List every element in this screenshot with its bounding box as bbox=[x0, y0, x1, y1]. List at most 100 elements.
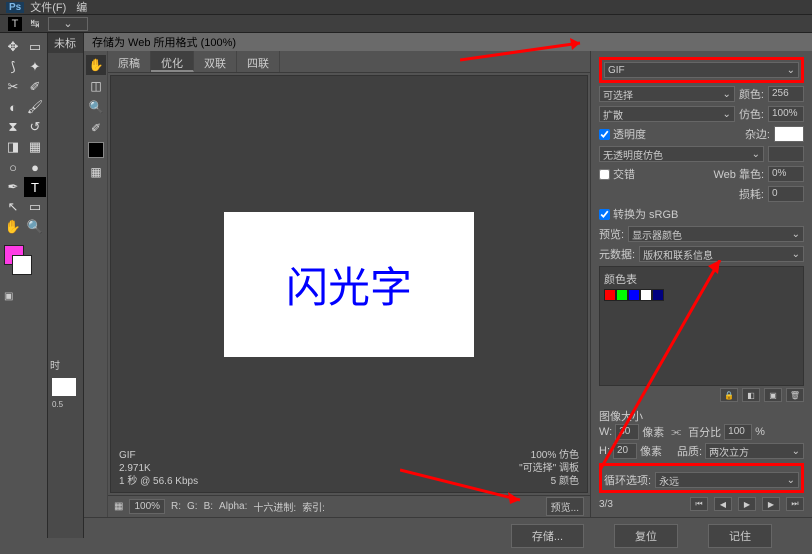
matte-swatch[interactable] bbox=[774, 126, 804, 142]
gradient-tool[interactable]: ▦ bbox=[24, 137, 46, 157]
tab-original[interactable]: 原稿 bbox=[108, 51, 151, 72]
colors-input[interactable]: 256 bbox=[768, 86, 804, 102]
dialog-buttons: 存储... 复位 记住 bbox=[84, 517, 812, 554]
zoom-select[interactable]: 100% bbox=[129, 499, 165, 514]
preview-browser[interactable]: 预览... bbox=[546, 497, 584, 516]
prev-frame-icon[interactable]: ◀ bbox=[714, 497, 732, 511]
save-button[interactable]: 存储... bbox=[511, 524, 584, 548]
trans-dither-select[interactable]: 无透明度仿色 bbox=[599, 146, 764, 162]
eyedropper-tool[interactable]: ✐ bbox=[24, 77, 46, 97]
settings-panel: GIF 可选择 颜色: 256 扩散 仿色: 100% 透明度 杂边: bbox=[590, 51, 812, 517]
menu-file[interactable]: 文件(F) bbox=[30, 0, 66, 15]
slice-icon[interactable]: ◫ bbox=[86, 76, 106, 96]
ct-new-icon[interactable]: ▣ bbox=[764, 388, 782, 402]
eyedropper-icon[interactable]: ✐ bbox=[86, 118, 106, 138]
link-icon[interactable]: ⫘ bbox=[671, 426, 681, 439]
metadata-select[interactable]: 版权和联系信息 bbox=[639, 246, 804, 262]
text-tool[interactable]: T bbox=[24, 177, 46, 197]
loop-select[interactable]: 永远 bbox=[655, 472, 799, 488]
eraser-tool[interactable]: ◨ bbox=[2, 137, 24, 157]
move-tool[interactable]: ✥ bbox=[2, 37, 24, 57]
srgb-check[interactable]: 转换为 sRGB bbox=[599, 206, 678, 222]
quality-select[interactable]: 两次立方 bbox=[705, 443, 804, 459]
percent-input[interactable]: 100 bbox=[724, 424, 752, 440]
ps-logo: Ps bbox=[6, 2, 24, 13]
tab-2up[interactable]: 双联 bbox=[194, 51, 237, 72]
interlace-check[interactable]: 交错 bbox=[599, 166, 635, 182]
mode-icon[interactable]: ▦ bbox=[114, 501, 123, 512]
hand-icon[interactable]: ✋ bbox=[86, 55, 106, 75]
hex-label: 十六进制: bbox=[253, 499, 296, 514]
zoom-tool[interactable]: 🔍 bbox=[24, 217, 46, 237]
ct-swatch[interactable] bbox=[616, 289, 628, 301]
play-icon[interactable]: ▶ bbox=[738, 497, 756, 511]
zoom-icon[interactable]: 🔍 bbox=[86, 97, 106, 117]
trans-dither-val[interactable] bbox=[768, 146, 804, 162]
wand-tool[interactable]: ✦ bbox=[24, 57, 46, 77]
stamp-tool[interactable]: ⧗ bbox=[2, 117, 24, 137]
frame-delay: 0.5 bbox=[48, 400, 83, 409]
timeline-label: 时 bbox=[48, 355, 83, 374]
dither-input[interactable]: 100% bbox=[768, 106, 804, 122]
ct-swatch[interactable] bbox=[628, 289, 640, 301]
tool-indicator-T: T bbox=[8, 17, 22, 31]
font-dropdown-icon[interactable]: ⌄ bbox=[48, 17, 88, 31]
ct-swatch[interactable] bbox=[604, 289, 616, 301]
background-swatch[interactable] bbox=[12, 255, 32, 275]
alpha-label: Alpha: bbox=[219, 501, 247, 512]
blur-tool[interactable]: ○ bbox=[2, 157, 24, 177]
colors-label: 颜色: bbox=[739, 86, 764, 102]
dither-label: 仿色: bbox=[739, 106, 764, 122]
width-input[interactable]: 30 bbox=[615, 424, 639, 440]
lossy-input[interactable]: 0 bbox=[768, 186, 804, 202]
lasso-tool[interactable]: ⟆ bbox=[2, 57, 24, 77]
websnap-label: Web 靠色: bbox=[713, 166, 764, 182]
heal-tool[interactable]: ◐ bbox=[2, 97, 24, 117]
canvas-info-right: 100% 仿色 "可选择" 调板 5 颜色 bbox=[519, 449, 579, 488]
h-label: H: bbox=[599, 445, 610, 457]
slice-visibility-icon[interactable]: ▦ bbox=[86, 162, 106, 182]
hand-tool[interactable]: ✋ bbox=[2, 217, 24, 237]
websnap-input[interactable]: 0% bbox=[768, 166, 804, 182]
color-table-label: 颜色表 bbox=[604, 271, 799, 287]
quickmask-icon[interactable]: ▣ bbox=[2, 289, 45, 304]
ct-map-icon[interactable]: ◧ bbox=[742, 388, 760, 402]
ct-swatch[interactable] bbox=[652, 289, 664, 301]
tab-optimized[interactable]: 优化 bbox=[151, 51, 194, 72]
crop-tool[interactable]: ✂ bbox=[2, 77, 24, 97]
shape-tool[interactable]: ▭ bbox=[24, 197, 46, 217]
path-tool[interactable]: ↖ bbox=[2, 197, 24, 217]
g-label: G: bbox=[187, 501, 198, 512]
swap-orientation-icon[interactable]: ↹ bbox=[28, 17, 42, 31]
tab-4up[interactable]: 四联 bbox=[237, 51, 280, 72]
frame-thumb[interactable] bbox=[52, 378, 76, 396]
preview-canvas-wrap: 闪光字 GIF 2.971K 1 秒 @ 56.6 Kbps 100% 仿色 "… bbox=[110, 75, 588, 493]
brush-tool[interactable]: 🖌 bbox=[24, 97, 46, 117]
next-frame-icon[interactable]: ▶ bbox=[762, 497, 780, 511]
sample-swatch bbox=[88, 142, 104, 158]
dither-select[interactable]: 扩散 bbox=[599, 106, 735, 122]
ct-trash-icon[interactable]: 🗑 bbox=[786, 388, 804, 402]
doc-tab[interactable]: 未标 bbox=[48, 33, 83, 53]
preview-select[interactable]: 显示器颜色 bbox=[628, 226, 804, 242]
reset-button[interactable]: 复位 bbox=[614, 524, 678, 548]
ct-lock-icon[interactable]: 🔒 bbox=[720, 388, 738, 402]
history-brush-tool[interactable]: ↺ bbox=[24, 117, 46, 137]
pen-tool[interactable]: ✒ bbox=[2, 177, 24, 197]
b-label: B: bbox=[204, 501, 213, 512]
remember-button[interactable]: 记住 bbox=[708, 524, 772, 548]
preview-canvas: 闪光字 bbox=[224, 212, 474, 357]
index-label: 索引: bbox=[302, 499, 325, 514]
px2-label: 像素 bbox=[640, 443, 662, 459]
format-select[interactable]: GIF bbox=[604, 62, 799, 78]
menu-edit[interactable]: 编 bbox=[76, 0, 87, 15]
color-table-panel: 颜色表 bbox=[599, 266, 804, 386]
transparency-check[interactable]: 透明度 bbox=[599, 126, 646, 142]
ct-swatch[interactable] bbox=[640, 289, 652, 301]
last-frame-icon[interactable]: ⏭ bbox=[786, 497, 804, 511]
first-frame-icon[interactable]: ⏮ bbox=[690, 497, 708, 511]
dodge-tool[interactable]: ● bbox=[24, 157, 46, 177]
marquee-tool[interactable]: ▭ bbox=[24, 37, 46, 57]
height-input[interactable]: 20 bbox=[613, 443, 637, 459]
palette-select[interactable]: 可选择 bbox=[599, 86, 735, 102]
